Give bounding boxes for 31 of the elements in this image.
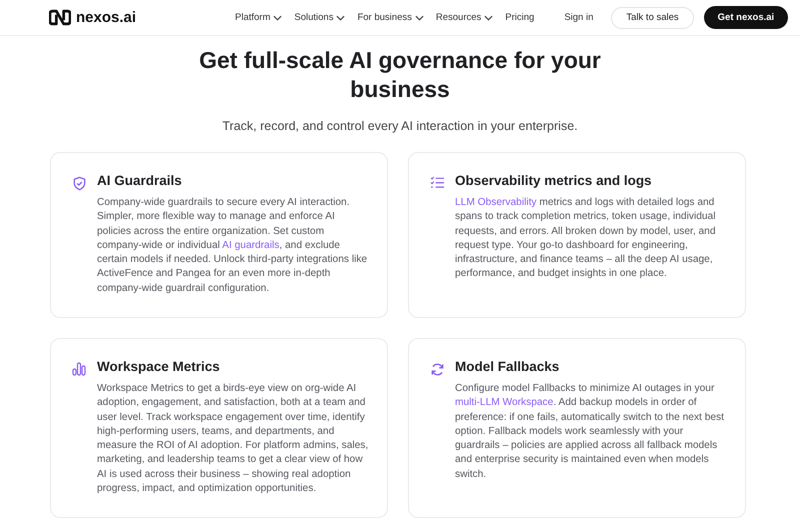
card-title: Observability metrics and logs <box>455 173 653 188</box>
get-nexos-button[interactable]: Get nexos.ai <box>704 6 788 29</box>
chevron-down-icon <box>336 14 346 20</box>
nav-link[interactable]: Resources <box>436 12 494 23</box>
chevron-down-icon <box>484 14 494 20</box>
card-title: AI Guardrails <box>97 173 183 188</box>
nav-link[interactable]: Solutions <box>294 12 346 23</box>
logo-text[interactable]: nexos.ai <box>76 9 136 26</box>
talk-to-sales-button[interactable]: Talk to sales <box>611 6 694 28</box>
nav-link[interactable]: Pricing <box>505 12 534 23</box>
card-title: Model Fallbacks <box>455 359 560 374</box>
checklist-icon <box>430 176 445 189</box>
shield-check-icon <box>72 176 87 191</box>
nav-link[interactable]: Platform <box>235 12 282 23</box>
page-subtitle: Track, record, and control every AI interaction in your enterprise. <box>221 119 579 133</box>
refresh-icon <box>430 362 445 377</box>
page-heading: Get full-scale AI governance for your business <box>198 46 602 104</box>
inline-link[interactable]: multi-LLM Workspace <box>455 397 554 408</box>
inline-link[interactable]: AI guardrails <box>222 240 280 251</box>
logo-icon[interactable] <box>49 9 71 26</box>
card-description: Configure model Fallbacks to minimize AI outages in your multi-LLM Workspace. Add backup models in order of preference: if one fails, automatically switch to the next best option. Fallback models work seamlessly with your guardrails – policies are applied across all fallback models and enterprise security is maintained even when models switch. <box>455 382 725 482</box>
bar-chart-icon <box>72 362 86 376</box>
nav-link[interactable]: For business <box>357 12 424 23</box>
card-description: LLM Observability metrics and logs with detailed logs and spans to track completion metrics, token usage, individual requests, and errors. All broken down by model, user, and request type. Your go-to dashboard for engineering, infrastructure, and finance teams – all the deep AI usage, performance, and budget insights in one place. <box>455 196 716 282</box>
inline-link[interactable]: LLM Observability <box>455 197 537 208</box>
card-title: Workspace Metrics <box>97 359 221 374</box>
chevron-down-icon <box>273 14 282 20</box>
card-description: Workspace Metrics to get a birds-eye view on org-wide AI adoption, engagement, and satisfaction, both at a team and user level. Track workspace engagement over time, identify high-performing users, teams, and departments, and measure the ROI of AI adoption. For platform admins, sales, marketing, and leadership teams to get a clear view of how AI is used across their business – showing real adoption progress, impact, and optimization opportunities. <box>97 382 370 496</box>
card-description: Company-wide guardrails to secure every AI interaction. Simpler, more flexible way to manage and enforce AI policies across the entire organization. Set custom company-wide or individual AI guardrails, and exclude certain models if needed. Unlock third-party integrations like ActiveFence and Pangea for an even more in-depth company-wide guardrail configuration. <box>97 196 368 296</box>
sign-in-link[interactable]: Sign in <box>564 12 594 23</box>
chevron-down-icon <box>414 14 424 20</box>
